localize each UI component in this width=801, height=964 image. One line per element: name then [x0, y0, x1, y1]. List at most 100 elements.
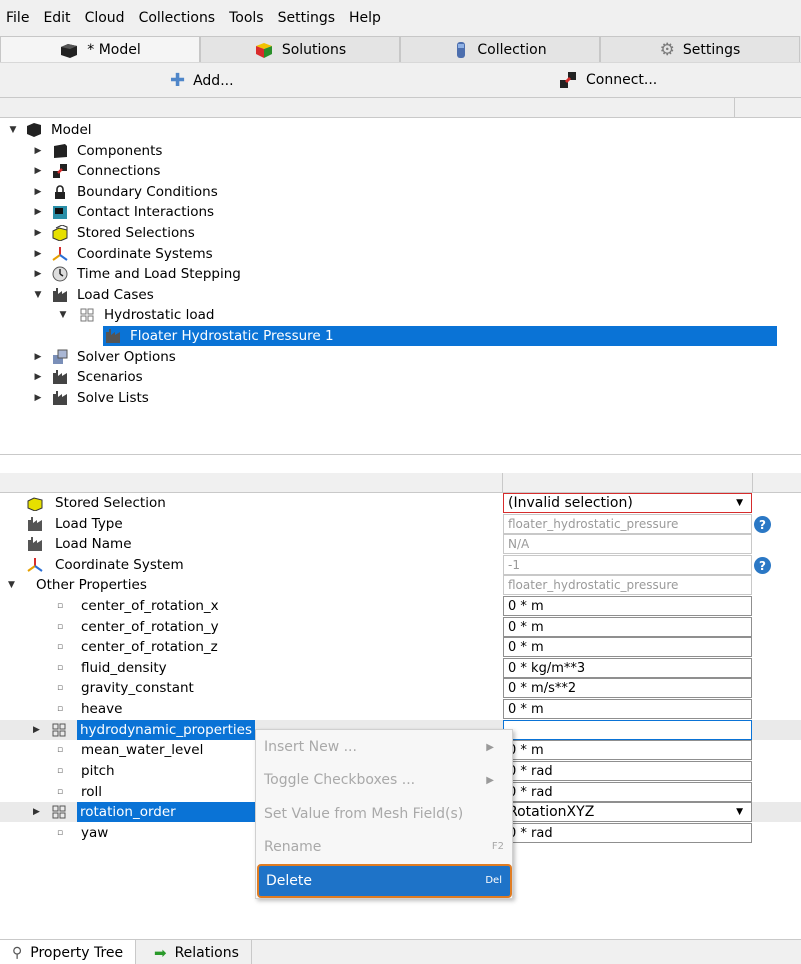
collapse-arrow-icon[interactable]: ▼: [58, 310, 68, 320]
tree-item-connections[interactable]: ▶ Connections: [33, 161, 161, 181]
menu-item-insert-new[interactable]: Insert New ...: [264, 739, 357, 755]
tree-item-hydrostatic-load[interactable]: ▼ Hydrostatic load: [58, 305, 215, 325]
menu-item-delete[interactable]: Delete Del: [257, 864, 512, 898]
connect-button[interactable]: Connect...: [558, 70, 657, 90]
prop-label: Stored Selection: [55, 495, 166, 511]
prop-row-other-properties[interactable]: ▼ Other Properties: [8, 575, 147, 595]
tab-model[interactable]: * Model: [0, 36, 200, 62]
prop-value-field[interactable]: 0 * rad: [503, 761, 752, 781]
prop-row[interactable]: ▫ yaw: [57, 823, 108, 843]
menu-edit[interactable]: Edit: [43, 10, 70, 26]
prop-value-field[interactable]: 0 * m: [503, 637, 752, 657]
prop-value-field[interactable]: 0 * m/s**2: [503, 678, 752, 698]
tree-item-label: Contact Interactions: [77, 204, 215, 220]
tree-item-time-load-stepping[interactable]: ▶ Time and Load Stepping: [33, 264, 241, 284]
prop-value: RotationXYZ: [508, 804, 595, 820]
prop-row[interactable]: Coordinate System: [27, 555, 184, 575]
prop-value: N/A: [508, 537, 530, 551]
prop-row[interactable]: Stored Selection: [27, 493, 166, 513]
add-button[interactable]: ✚ Add...: [170, 70, 234, 91]
prop-row[interactable]: Load Name: [27, 534, 132, 554]
menu-help[interactable]: Help: [349, 10, 381, 26]
prop-row[interactable]: ▫ heave: [57, 699, 122, 719]
tree-item-solver-options[interactable]: ▶ Solver Options: [33, 347, 176, 367]
menu-file[interactable]: File: [6, 10, 29, 26]
menu-settings[interactable]: Settings: [278, 10, 335, 26]
arrow-right-icon: ➡: [154, 943, 167, 962]
tree-item-contact-interactions[interactable]: ▶ Contact Interactions: [33, 202, 215, 222]
menu-tools[interactable]: Tools: [229, 10, 264, 26]
prop-label: rotation_order: [80, 804, 176, 820]
factory-icon: [28, 517, 42, 531]
tree-item-components[interactable]: ▶ Components: [33, 141, 163, 161]
tab-property-tree[interactable]: ⚲ Property Tree: [0, 940, 137, 964]
tab-collection[interactable]: Collection: [400, 36, 600, 62]
expand-arrow-icon[interactable]: ▶: [33, 249, 43, 259]
prop-row[interactable]: ▫ center_of_rotation_z: [57, 637, 218, 657]
prop-value-field[interactable]: 0 * rad: [503, 823, 752, 843]
prop-label-selected[interactable]: rotation_order: [77, 802, 255, 822]
prop-row[interactable]: ▫ pitch: [57, 761, 115, 781]
tree-item-label: Floater Hydrostatic Pressure 1: [130, 328, 334, 344]
expand-arrow-icon[interactable]: ▶: [33, 393, 43, 403]
prop-row[interactable]: ▫ gravity_constant: [57, 678, 194, 698]
tree-item-coordinate-systems[interactable]: ▶ Coordinate Systems: [33, 244, 213, 264]
menu-item-toggle-checkboxes[interactable]: Toggle Checkboxes ...: [264, 772, 415, 788]
tab-relations[interactable]: ➡ Relations: [142, 940, 252, 964]
prop-row[interactable]: ▫ center_of_rotation_x: [57, 596, 219, 616]
prop-value: 0 * m: [508, 639, 544, 655]
prop-label-selected[interactable]: hydrodynamic_properties: [77, 720, 255, 740]
delete-shortcut: Del: [485, 875, 502, 886]
help-icon[interactable]: ?: [754, 516, 771, 533]
prop-value-field[interactable]: 0 * m: [503, 596, 752, 616]
tree-item-floater-hydrostatic-pressure[interactable]: Floater Hydrostatic Pressure 1: [103, 326, 777, 346]
collapse-arrow-icon[interactable]: ▼: [33, 290, 43, 300]
expand-arrow-icon[interactable]: ▶: [33, 187, 43, 197]
tree-item-scenarios[interactable]: ▶ Scenarios: [33, 367, 143, 387]
tab-solutions[interactable]: Solutions: [200, 36, 400, 62]
expand-arrow-icon[interactable]: ▶: [33, 807, 51, 817]
prop-row[interactable]: ▫ center_of_rotation_y: [57, 617, 219, 637]
prop-row[interactable]: ▫ fluid_density: [57, 658, 167, 678]
tree-item-label: Stored Selections: [77, 225, 195, 241]
prop-value-field[interactable]: 0 * m: [503, 740, 752, 760]
collapse-arrow-icon[interactable]: ▼: [8, 580, 36, 590]
tree-item-boundary-conditions[interactable]: ▶ Boundary Conditions: [33, 182, 218, 202]
prop-row[interactable]: ▫ roll: [57, 782, 102, 802]
prop-value-field[interactable]: 0 * rad: [503, 782, 752, 802]
tree-item-load-cases[interactable]: ▼ Load Cases: [33, 285, 154, 305]
prop-row[interactable]: ▫ mean_water_level: [57, 740, 203, 760]
tab-settings[interactable]: ⚙ Settings: [600, 36, 800, 62]
expand-arrow-icon[interactable]: ▶: [33, 228, 43, 238]
model-cube-icon: [27, 123, 41, 137]
prop-row[interactable]: ▶: [33, 802, 76, 822]
expand-arrow-icon[interactable]: ▶: [33, 269, 43, 279]
prop-row[interactable]: Load Type: [27, 514, 123, 534]
rotation-order-dropdown[interactable]: RotationXYZ ▼: [503, 802, 752, 822]
prop-value-field[interactable]: 0 * kg/m**3: [503, 658, 752, 678]
menu-collections[interactable]: Collections: [139, 10, 216, 26]
prop-row[interactable]: ▶: [33, 720, 76, 740]
prop-value-field[interactable]: HydrodynamicProperties: [503, 720, 752, 740]
expand-arrow-icon[interactable]: ▶: [33, 372, 43, 382]
expand-arrow-icon[interactable]: ▶: [33, 146, 43, 156]
expand-arrow-icon[interactable]: ▶: [33, 207, 43, 217]
tree-root-model[interactable]: ▼ Model: [8, 120, 92, 140]
prop-value: 0 * m/s**2: [508, 680, 577, 696]
menu-item-rename[interactable]: Rename: [264, 839, 321, 855]
help-icon[interactable]: ?: [754, 557, 771, 574]
menu-cloud[interactable]: Cloud: [85, 10, 125, 26]
tree-item-stored-selections[interactable]: ▶ Stored Selections: [33, 223, 195, 243]
factory-icon: [28, 537, 42, 551]
expand-arrow-icon[interactable]: ▶: [33, 725, 51, 735]
grid-icon: [52, 723, 66, 737]
expand-arrow-icon[interactable]: ▼: [8, 125, 18, 135]
prop-value: 0 * kg/m**3: [508, 660, 586, 676]
stored-selection-dropdown[interactable]: (Invalid selection) ▼: [503, 493, 752, 513]
expand-arrow-icon[interactable]: ▶: [33, 352, 43, 362]
prop-value-field[interactable]: 0 * m: [503, 617, 752, 637]
prop-value-field[interactable]: 0 * m: [503, 699, 752, 719]
menu-item-set-value-mesh[interactable]: Set Value from Mesh Field(s): [264, 806, 463, 822]
tree-item-solve-lists[interactable]: ▶ Solve Lists: [33, 388, 149, 408]
expand-arrow-icon[interactable]: ▶: [33, 166, 43, 176]
